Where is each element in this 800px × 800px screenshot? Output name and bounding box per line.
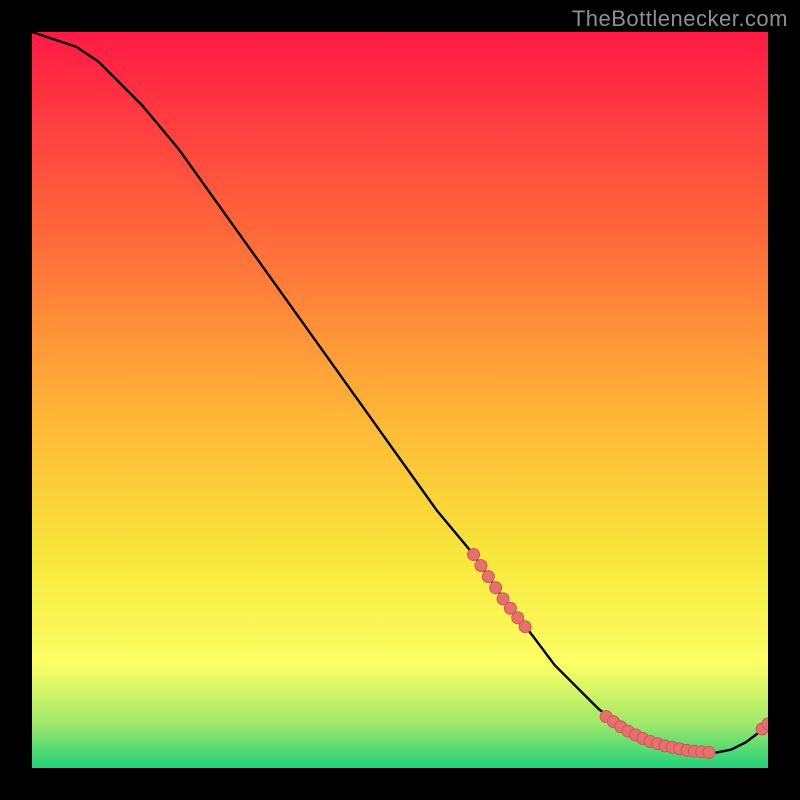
chart-background-gradient (32, 32, 768, 768)
data-marker (482, 571, 494, 583)
data-marker (468, 549, 480, 561)
bottleneck-chart (32, 32, 768, 768)
data-marker (475, 560, 487, 572)
data-marker (703, 747, 715, 759)
data-marker (519, 621, 531, 633)
data-marker (490, 582, 502, 594)
attribution-label: TheBottlenecker.com (572, 6, 788, 32)
